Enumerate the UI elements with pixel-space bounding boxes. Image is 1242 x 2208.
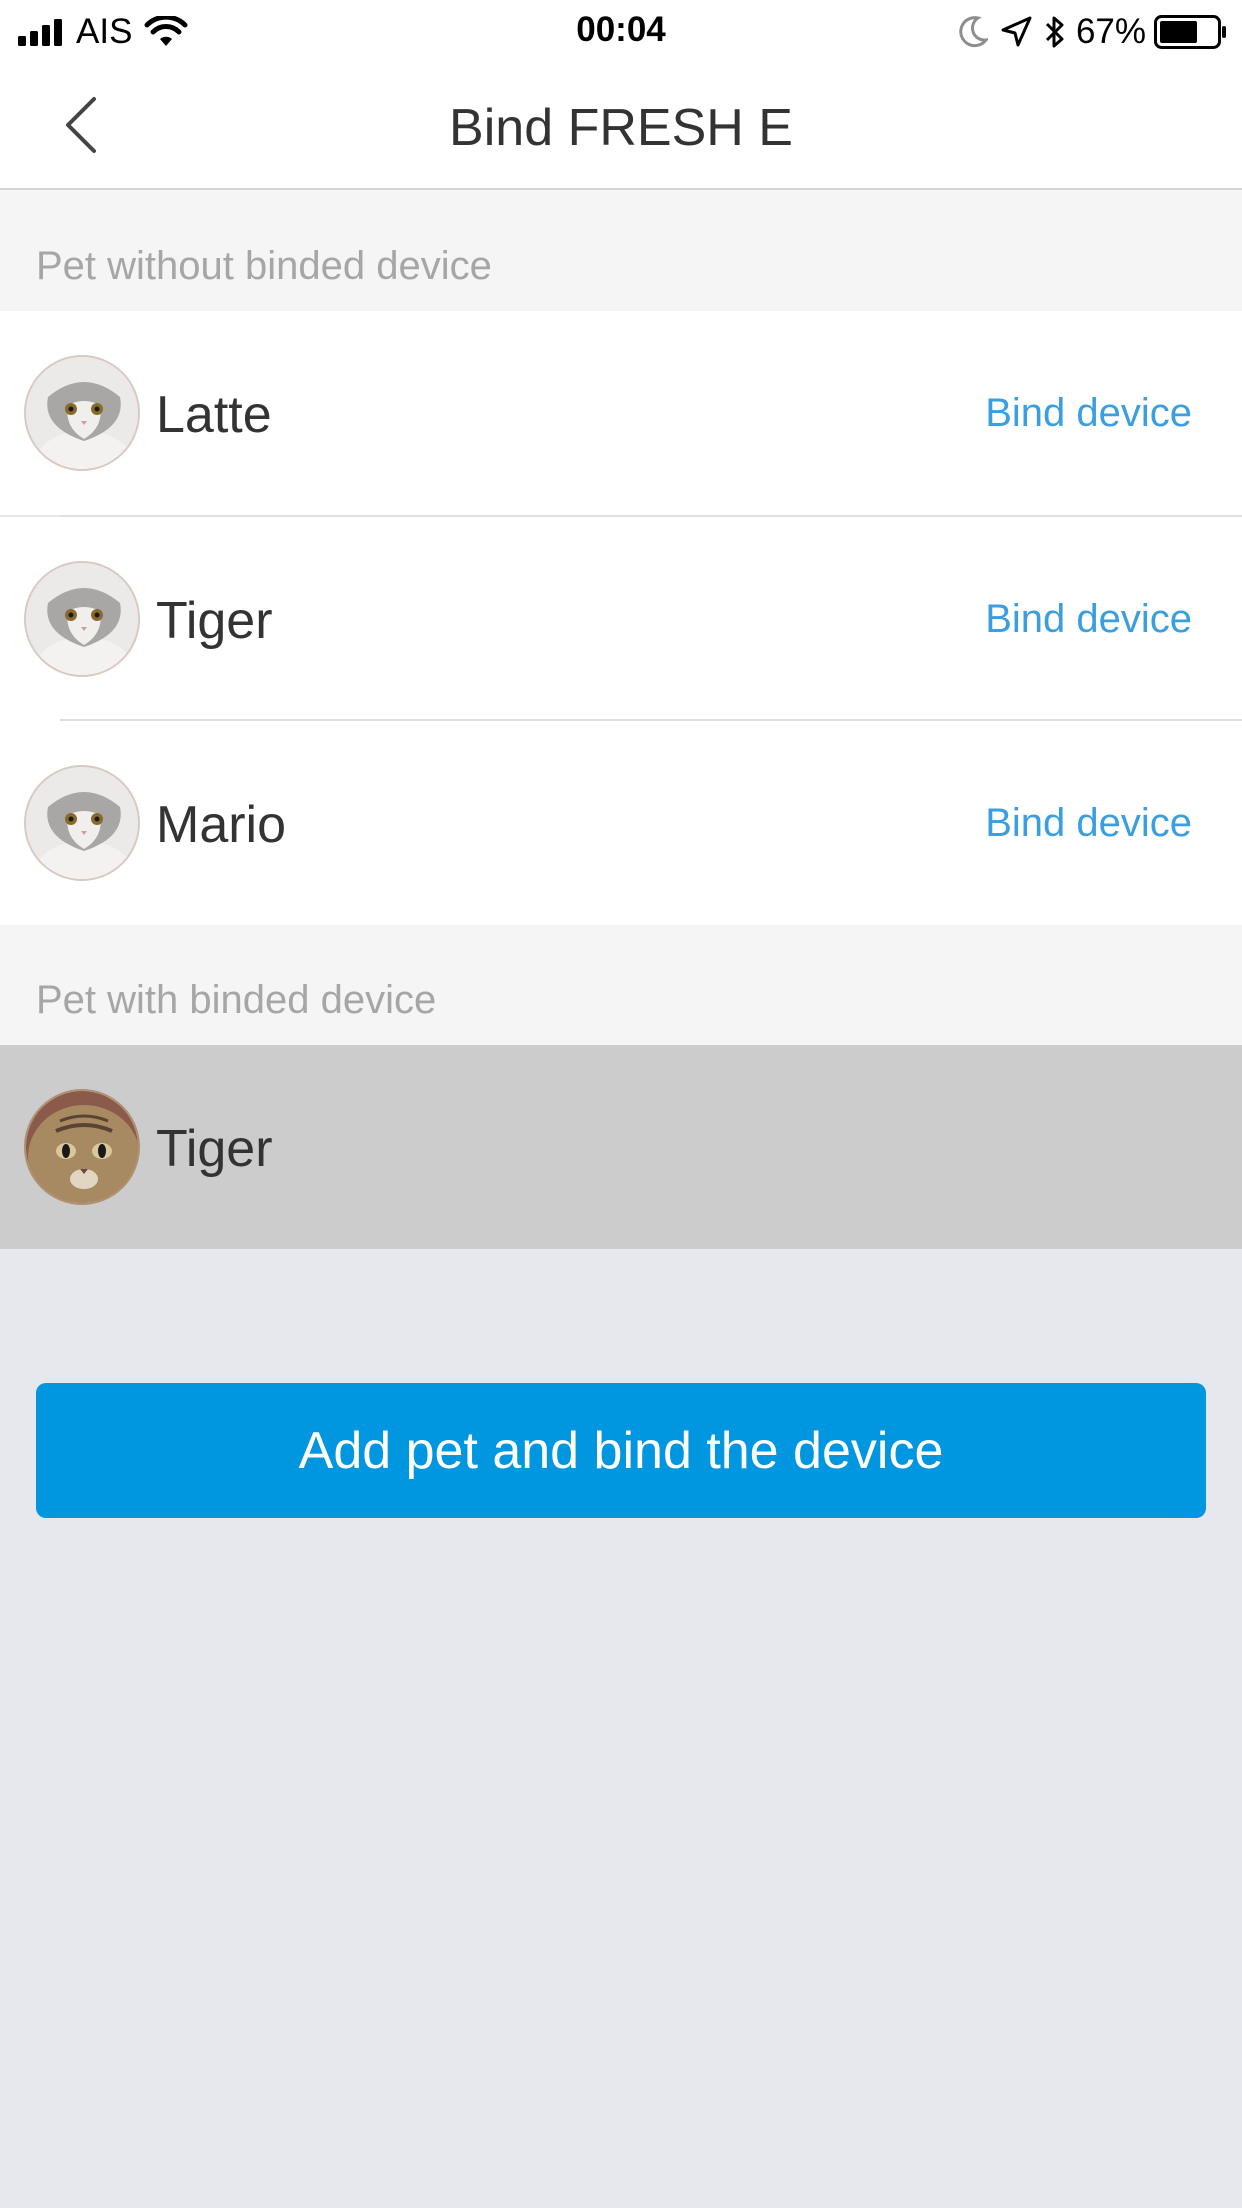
section-title-bound: Pet with binded device (36, 978, 437, 1022)
pet-row-bound[interactable]: Tiger (0, 1045, 1242, 1249)
status-right: 67% (946, 12, 1228, 52)
bind-device-link[interactable]: Bind device (985, 391, 1192, 436)
battery-percent: 67% (1075, 12, 1146, 51)
add-pet-bind-device-button[interactable]: Add pet and bind the device (36, 1383, 1206, 1518)
location-arrow-icon (1000, 16, 1032, 48)
section-title-unbound: Pet without binded device (36, 244, 492, 288)
pet-name: Latte (156, 386, 272, 444)
pet-row-unbound: Tiger Bind device (0, 517, 1242, 721)
pet-avatar (24, 765, 140, 881)
pet-name: Mario (156, 796, 287, 854)
pet-name: Tiger (156, 592, 273, 650)
section-header-bound: Pet with binded device (0, 925, 1242, 1045)
screen: AIS 00:04 67% Bind FRESH E Pet without b… (0, 0, 1242, 2208)
pet-row-unbound: Mario Bind device (0, 721, 1242, 925)
pet-name: Tiger (156, 1120, 273, 1178)
bind-device-link[interactable]: Bind device (985, 801, 1192, 846)
pet-avatar (24, 561, 140, 677)
battery-icon (1154, 15, 1228, 49)
page-title: Bind FRESH E (449, 99, 793, 157)
pet-avatar (24, 1089, 140, 1205)
navigation-bar: Bind FRESH E (0, 62, 1242, 190)
bluetooth-icon (1044, 15, 1066, 49)
pet-avatar (24, 355, 140, 471)
pet-row-unbound: Latte Bind device (0, 311, 1242, 515)
status-bar: AIS 00:04 67% (0, 0, 1242, 62)
section-header-unbound: Pet without binded device (0, 190, 1242, 311)
moon-icon (958, 16, 988, 48)
bind-device-link[interactable]: Bind device (985, 597, 1192, 642)
